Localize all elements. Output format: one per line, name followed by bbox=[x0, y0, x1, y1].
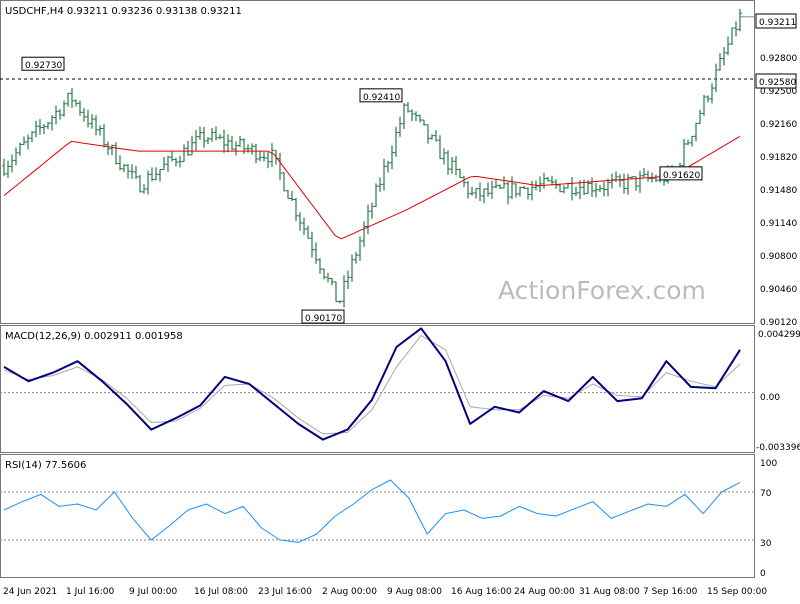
x-axis-label: 9 Jul 00:00 bbox=[129, 587, 178, 597]
current-price-box: 0.93211 bbox=[755, 13, 797, 29]
price-tick: 0.90120 bbox=[760, 318, 797, 328]
rsi-tick: 30 bbox=[760, 539, 772, 549]
x-axis-label: 23 Jul 16:00 bbox=[258, 587, 312, 597]
price-callout: 0.92730 bbox=[21, 56, 65, 71]
x-axis-label: 15 Sep 00:00 bbox=[707, 587, 767, 597]
macd-tick: -0.003396 bbox=[756, 443, 800, 453]
x-axis-label: 9 Aug 08:00 bbox=[387, 587, 442, 597]
x-axis-label: 24 Aug 00:00 bbox=[514, 587, 575, 597]
x-axis-label: 1 Jul 16:00 bbox=[66, 587, 115, 597]
macd-tick: 0.00 bbox=[760, 393, 780, 403]
price-tick: 0.92160 bbox=[760, 120, 797, 130]
price-tick: 0.90460 bbox=[760, 285, 797, 295]
x-axis-label: 16 Aug 16:00 bbox=[451, 587, 512, 597]
price-tick: 0.92800 bbox=[760, 54, 797, 64]
rsi-tick: 0 bbox=[760, 569, 766, 579]
price-tick: 0.91820 bbox=[760, 153, 797, 163]
price-y-axis: 0.92800 0.92500 0.92160 0.91820 0.91480 … bbox=[760, 54, 797, 328]
current-price-label: 0.93211 bbox=[759, 18, 796, 28]
rsi-tick: 100 bbox=[760, 459, 777, 469]
callout-label: 0.92410 bbox=[363, 93, 400, 103]
rsi-panel-header: RSI(14) 77.5606 bbox=[5, 460, 86, 471]
callout-label: 0.92730 bbox=[25, 61, 62, 71]
level-line-box: 0.92580 bbox=[755, 73, 797, 89]
price-tick: 0.91480 bbox=[760, 186, 797, 196]
level-line-label: 0.92580 bbox=[759, 78, 796, 88]
x-axis-label: 31 Aug 08:00 bbox=[579, 587, 640, 597]
price-tick: 0.90800 bbox=[760, 252, 797, 262]
price-tick: 0.91140 bbox=[760, 219, 797, 229]
price-panel-header: USDCHF,H4 0.93211 0.93236 0.93138 0.9321… bbox=[5, 6, 242, 17]
rsi-tick: 70 bbox=[760, 489, 772, 499]
x-axis-label: 24 Jun 2021 bbox=[3, 587, 57, 597]
x-axis-label: 2 Aug 00:00 bbox=[322, 587, 377, 597]
chart-window: 24 Jun 2021 1 Jul 16:00 9 Jul 00:00 16 Jul … bbox=[0, 0, 800, 600]
price-callout: 0.90170 bbox=[301, 309, 345, 324]
x-axis-label: 7 Sep 16:00 bbox=[643, 587, 698, 597]
macd-tick: 0.004299 bbox=[758, 330, 800, 340]
chart-canvas: 24 Jun 2021 1 Jul 16:00 9 Jul 00:00 16 Jul … bbox=[0, 0, 800, 600]
callout-label: 0.91620 bbox=[663, 171, 700, 181]
callout-label: 0.90170 bbox=[305, 314, 342, 324]
price-callout: 0.92410 bbox=[359, 88, 403, 103]
price-callout: 0.91620 bbox=[659, 166, 703, 181]
x-axis-label: 16 Jul 08:00 bbox=[194, 587, 248, 597]
watermark: ActionForex.com bbox=[498, 276, 706, 305]
macd-panel-header: MACD(12,26,9) 0.002911 0.001958 bbox=[5, 331, 183, 342]
